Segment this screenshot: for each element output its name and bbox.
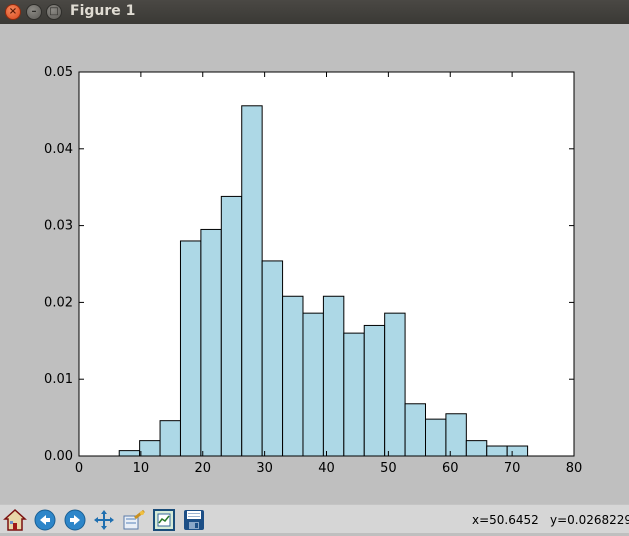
back-icon: [34, 509, 56, 531]
x-tick-label: 10: [133, 461, 150, 476]
figure-window: × – □ Figure 1 0 10 20 30 40 50 60 70 80 0.00 0.01…: [0, 0, 629, 533]
pan-icon: [94, 510, 114, 530]
home-icon: [3, 508, 27, 531]
histogram-bar: [241, 105, 263, 457]
navigation-toolbar: x=50.6452 y=0.0268229: [0, 504, 629, 533]
home-button[interactable]: [3, 508, 27, 532]
histogram-bar: [220, 195, 243, 457]
y-tick-label: 0.02: [44, 295, 73, 310]
x-tick-label: 0: [75, 461, 83, 476]
close-window-button[interactable]: ×: [5, 4, 21, 20]
y-tick-label: 0.01: [44, 372, 73, 387]
back-button[interactable]: [33, 508, 57, 532]
x-tick-label: 30: [256, 461, 273, 476]
histogram-bar: [384, 312, 406, 457]
histogram-bar: [486, 445, 508, 457]
x-tick-label: 40: [318, 461, 335, 476]
maximize-window-button[interactable]: □: [46, 4, 62, 20]
histogram-bar: [343, 332, 365, 457]
histogram-bar: [261, 260, 284, 457]
y-tick-label: 0.03: [44, 219, 73, 234]
minimize-window-button[interactable]: –: [26, 4, 42, 20]
x-tick-label: 60: [442, 461, 459, 476]
histogram-bar: [200, 228, 222, 457]
save-icon: [184, 510, 204, 530]
forward-icon: [64, 509, 86, 531]
histogram-bar: [322, 295, 345, 457]
histogram-bar: [139, 440, 161, 457]
histogram-bar: [159, 420, 181, 457]
title-bar: × – □ Figure 1: [0, 0, 629, 24]
cursor-y-readout: y=0.0268229: [550, 513, 629, 527]
x-tick-label: 50: [380, 461, 397, 476]
histogram-bar: [363, 324, 386, 457]
histogram-bar: [404, 403, 426, 457]
window-title: Figure 1: [70, 3, 136, 19]
figure-canvas[interactable]: 0 10 20 30 40 50 60 70 80 0.00 0.01 0.02 0.03 0.04 0.0…: [0, 24, 629, 504]
x-tick-label: 20: [194, 461, 211, 476]
x-tick-label: 80: [566, 461, 583, 476]
histogram-bar: [282, 295, 304, 457]
forward-button[interactable]: [63, 508, 87, 532]
histogram-bar: [425, 418, 447, 457]
y-tick-label: 0.00: [44, 449, 73, 464]
y-tick-label: 0.04: [44, 142, 73, 157]
histogram-bar: [465, 440, 488, 457]
subplots-icon: [153, 509, 175, 531]
y-tick-label: 0.05: [44, 65, 73, 80]
zoom-icon: [123, 509, 145, 530]
histogram-plot: 0 10 20 30 40 50 60 70 80 0.00 0.01 0.02 0.03 0.04 0.0…: [44, 65, 583, 476]
histogram-bar: [179, 240, 202, 457]
save-button[interactable]: [182, 508, 206, 532]
pan-button[interactable]: [92, 508, 116, 532]
histogram-bar: [302, 312, 324, 457]
configure-subplots-button[interactable]: [152, 508, 176, 532]
x-tick-label: 70: [504, 461, 521, 476]
cursor-x-readout: x=50.6452: [472, 513, 539, 527]
zoom-button[interactable]: [122, 508, 146, 532]
histogram-bar: [506, 445, 529, 457]
histogram-bar: [445, 413, 467, 457]
histogram-bar: [118, 450, 141, 457]
